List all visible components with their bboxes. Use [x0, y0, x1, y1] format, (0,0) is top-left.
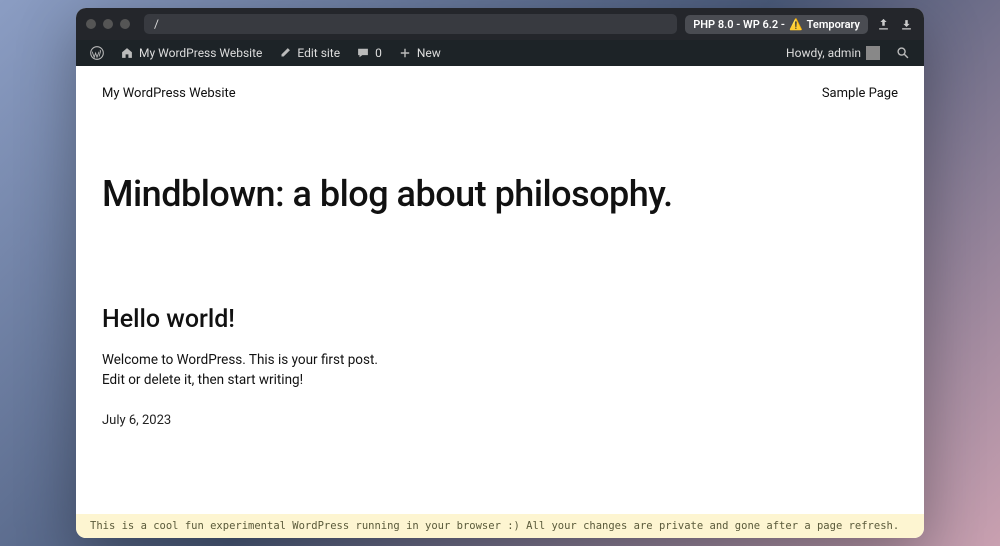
- comments-menu[interactable]: 0: [350, 40, 388, 66]
- browser-titlebar: / PHP 8.0 - WP 6.2 - ⚠️ Temporary: [76, 8, 924, 40]
- greeting-text: Howdy, admin: [786, 46, 861, 60]
- adminbar-site-name: My WordPress Website: [139, 46, 262, 60]
- avatar: [866, 46, 880, 60]
- blog-heading: Mindblown: a blog about philosophy.: [102, 173, 898, 215]
- nav-sample-page[interactable]: Sample Page: [822, 86, 898, 101]
- plus-icon: [398, 46, 412, 60]
- edit-icon: [278, 46, 292, 60]
- url-path: /: [154, 17, 159, 31]
- maximize-window-button[interactable]: [120, 19, 130, 29]
- download-icon[interactable]: [899, 17, 914, 32]
- edit-site-link[interactable]: Edit site: [272, 40, 346, 66]
- wp-admin-bar: My WordPress Website Edit site 0 New How…: [76, 40, 924, 66]
- post-excerpt: Welcome to WordPress. This is your first…: [102, 350, 898, 391]
- site-name-menu[interactable]: My WordPress Website: [114, 40, 268, 66]
- php-badge-text: PHP 8.0 - WP 6.2 -: [693, 18, 785, 31]
- new-content-menu[interactable]: New: [392, 40, 447, 66]
- wp-logo-menu[interactable]: [84, 40, 110, 66]
- main-content: Mindblown: a blog about philosophy. Hell…: [76, 121, 924, 514]
- post-body-line: Edit or delete it, then start writing!: [102, 370, 898, 390]
- footer-notice: This is a cool fun experimental WordPres…: [76, 514, 924, 538]
- site-title-link[interactable]: My WordPress Website: [102, 86, 236, 101]
- upload-icon[interactable]: [876, 17, 891, 32]
- site-header: My WordPress Website Sample Page: [76, 66, 924, 121]
- home-icon: [120, 46, 134, 60]
- php-badge-tail: Temporary: [807, 18, 860, 31]
- php-version-badge[interactable]: PHP 8.0 - WP 6.2 - ⚠️ Temporary: [685, 15, 868, 34]
- edit-site-label: Edit site: [297, 46, 340, 60]
- minimize-window-button[interactable]: [103, 19, 113, 29]
- browser-window: / PHP 8.0 - WP 6.2 - ⚠️ Temporary My Wor…: [76, 8, 924, 538]
- warning-icon: ⚠️: [789, 18, 803, 31]
- user-account-menu[interactable]: Howdy, admin: [780, 40, 886, 66]
- traffic-lights: [86, 19, 130, 29]
- url-bar[interactable]: /: [144, 14, 677, 34]
- comments-count: 0: [375, 46, 382, 60]
- post-title-link[interactable]: Hello world!: [102, 305, 898, 334]
- post-date: July 6, 2023: [102, 413, 898, 428]
- comment-icon: [356, 46, 370, 60]
- new-label: New: [417, 46, 441, 60]
- wordpress-icon: [90, 46, 104, 60]
- search-toggle[interactable]: [890, 40, 916, 66]
- post-body-line: Welcome to WordPress. This is your first…: [102, 350, 898, 370]
- search-icon: [896, 46, 910, 60]
- close-window-button[interactable]: [86, 19, 96, 29]
